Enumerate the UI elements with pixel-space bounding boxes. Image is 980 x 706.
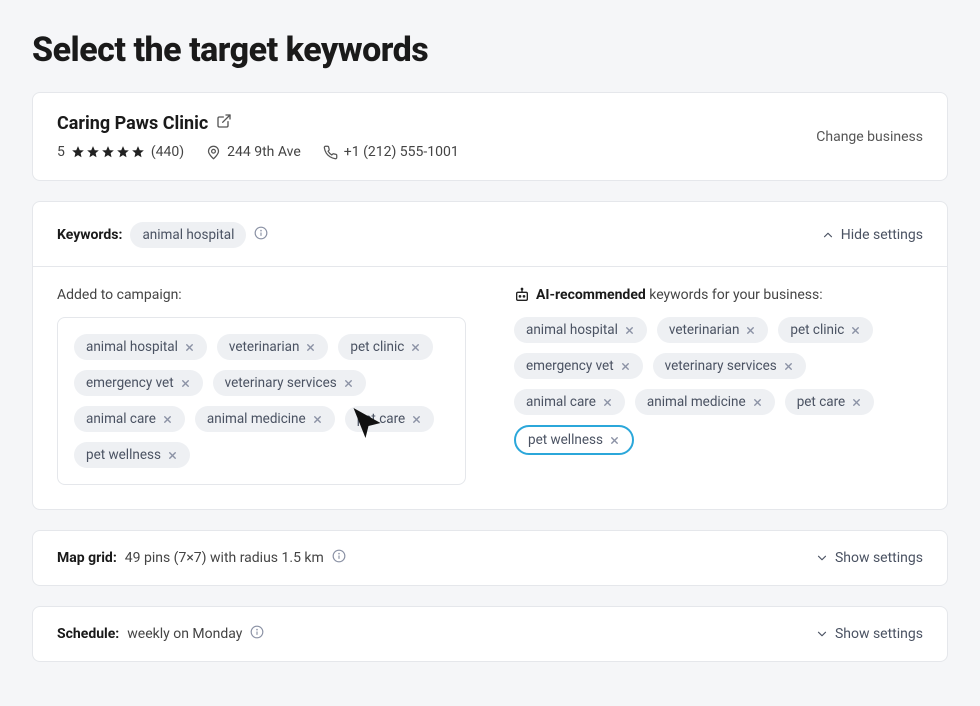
added-tag-box: animal hospital veterinarian pet clinic eme… — [57, 317, 466, 485]
page-title: Select the target keywords — [32, 30, 948, 70]
external-link-icon[interactable] — [216, 113, 232, 134]
close-icon[interactable] — [343, 378, 354, 389]
schedule-value: weekly on Monday — [127, 626, 242, 642]
close-icon[interactable] — [620, 361, 631, 372]
change-business-link[interactable]: Change business — [816, 129, 923, 145]
close-icon[interactable] — [624, 325, 635, 336]
keyword-chip[interactable]: pet care — [785, 389, 875, 415]
ai-title-prefix: AI-recommended — [536, 287, 646, 303]
close-icon[interactable] — [180, 378, 191, 389]
stars — [71, 145, 145, 159]
robot-icon — [514, 287, 530, 303]
chevron-down-icon — [815, 627, 829, 641]
info-icon[interactable] — [332, 549, 346, 567]
schedule-card: Schedule: weekly on Monday Show settings — [32, 606, 948, 662]
chevron-up-icon — [821, 228, 835, 242]
chevron-down-icon — [815, 551, 829, 565]
keyword-chip[interactable]: veterinarian — [217, 334, 329, 360]
close-icon[interactable] — [783, 361, 794, 372]
info-icon[interactable] — [254, 226, 268, 244]
keyword-chip[interactable]: animal care — [514, 389, 625, 415]
business-card: Caring Paws Clinic 5 (440) — [32, 92, 948, 181]
keyword-chip[interactable]: pet wellness — [74, 442, 190, 468]
keywords-label: Keywords: — [57, 227, 122, 243]
close-icon[interactable] — [752, 397, 763, 408]
star-icon — [86, 145, 100, 159]
keyword-chip[interactable]: emergency vet — [74, 370, 203, 396]
review-count: (440) — [151, 144, 184, 160]
star-icon — [101, 145, 115, 159]
close-icon[interactable] — [609, 435, 620, 446]
map-pin-icon — [206, 145, 221, 160]
close-icon[interactable] — [305, 342, 316, 353]
schedule-label: Schedule: — [57, 626, 119, 642]
keyword-chip[interactable]: animal medicine — [195, 406, 335, 432]
keyword-chip[interactable]: pet wellness — [514, 425, 634, 455]
hide-settings-toggle[interactable]: Hide settings — [821, 227, 923, 243]
keyword-chip[interactable]: animal hospital — [514, 317, 647, 343]
star-icon — [131, 145, 145, 159]
ai-title-suffix: keywords for your business: — [646, 287, 823, 303]
map-grid-value: 49 pins (7×7) with radius 1.5 km — [125, 550, 324, 566]
map-grid-label: Map grid: — [57, 550, 117, 566]
close-icon[interactable] — [312, 414, 323, 425]
keyword-chip[interactable]: pet clinic — [778, 317, 873, 343]
keyword-chip[interactable]: animal medicine — [635, 389, 775, 415]
business-phone: +1 (212) 555-1001 — [323, 144, 459, 160]
business-address: 244 9th Ave — [206, 144, 301, 160]
star-icon — [71, 145, 85, 159]
keyword-chip[interactable]: pet clinic — [338, 334, 433, 360]
rating-value: 5 — [57, 144, 65, 160]
close-icon[interactable] — [745, 325, 756, 336]
map-grid-card: Map grid: 49 pins (7×7) with radius 1.5 … — [32, 530, 948, 586]
keyword-chip[interactable]: veterinary services — [213, 370, 366, 396]
added-column: Added to campaign: animal hospitalveteri… — [33, 267, 490, 509]
keyword-chip[interactable]: pet care — [345, 406, 435, 432]
close-icon[interactable] — [411, 414, 422, 425]
keyword-chip[interactable]: animal care — [74, 406, 185, 432]
ai-column: AI-recommended keywords for your busines… — [490, 267, 947, 509]
star-icon — [116, 145, 130, 159]
show-settings-toggle-schedule[interactable]: Show settings — [815, 626, 923, 642]
phone-icon — [323, 145, 338, 160]
rating: 5 (440) — [57, 144, 184, 160]
added-title: Added to campaign: — [57, 287, 182, 303]
keywords-selected-chip[interactable]: animal hospital — [130, 222, 246, 248]
keyword-chip[interactable]: emergency vet — [514, 353, 643, 379]
keywords-card: Keywords: animal hospital Hide settings … — [32, 201, 948, 510]
keyword-chip[interactable]: veterinary services — [653, 353, 806, 379]
close-icon[interactable] — [851, 397, 862, 408]
close-icon[interactable] — [410, 342, 421, 353]
close-icon[interactable] — [850, 325, 861, 336]
keyword-chip[interactable]: veterinarian — [657, 317, 769, 343]
close-icon[interactable] — [184, 342, 195, 353]
show-settings-toggle-map[interactable]: Show settings — [815, 550, 923, 566]
close-icon[interactable] — [602, 397, 613, 408]
business-name: Caring Paws Clinic — [57, 113, 208, 134]
close-icon[interactable] — [162, 414, 173, 425]
close-icon[interactable] — [167, 450, 178, 461]
keyword-chip[interactable]: animal hospital — [74, 334, 207, 360]
